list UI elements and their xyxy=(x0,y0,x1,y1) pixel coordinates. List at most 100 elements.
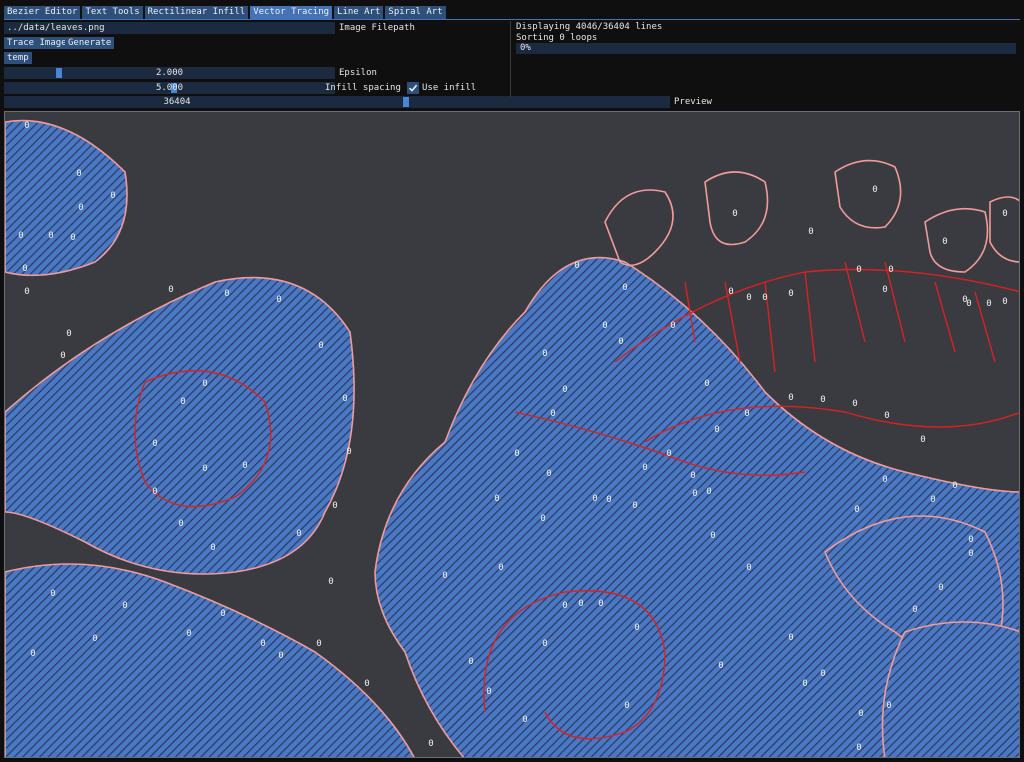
loop-marker: 0 xyxy=(930,495,935,505)
epsilon-label: Epsilon xyxy=(339,68,377,78)
preview-canvas[interactable]: 0 0 0 0 0 0 0 0 0 0 0 0 0 0 0 0 0 0 0 0 0 0 0 0 0 0 0 0 0 0 0 0 0 0 0 0 0 0 0 0… xyxy=(4,111,1020,758)
loop-marker: 0 xyxy=(578,599,583,609)
loop-marker: 0 xyxy=(714,425,719,435)
loop-marker: 0 xyxy=(92,634,97,644)
loop-marker: 0 xyxy=(22,264,27,274)
loop-marker: 0 xyxy=(670,321,675,331)
tab-line-art[interactable]: Line Art xyxy=(334,6,384,19)
loop-marker: 0 xyxy=(854,505,859,515)
loop-marker: 0 xyxy=(562,385,567,395)
loop-marker: 0 xyxy=(884,411,889,421)
epsilon-slider[interactable]: 2.000 xyxy=(4,67,335,79)
loop-marker: 0 xyxy=(546,469,551,479)
loop-marker: 0 xyxy=(624,701,629,711)
loop-marker: 0 xyxy=(328,577,333,587)
loop-marker: 0 xyxy=(952,481,957,491)
use-infill-checkbox[interactable] xyxy=(407,82,419,94)
loop-marker: 0 xyxy=(168,285,173,295)
infill-spacing-value: 5.000 xyxy=(155,83,184,93)
leaf-shape xyxy=(5,119,128,277)
loop-marker: 0 xyxy=(152,487,157,497)
loop-marker: 0 xyxy=(888,265,893,275)
loop-marker: 0 xyxy=(732,209,737,219)
loop-marker: 0 xyxy=(522,715,527,725)
loop-marker: 0 xyxy=(666,449,671,459)
loop-marker: 0 xyxy=(1002,297,1007,307)
tab-bar: Bezier Editor Text Tools Rectilinear Infil… xyxy=(4,6,446,19)
vector-trace-preview: 0 0 0 0 0 0 0 0 0 0 0 0 0 0 0 0 0 0 0 0 0 0 0 0 0 0 0 0 0 0 0 0 0 0 0 0 0 0 0 0… xyxy=(5,119,1019,757)
loop-marker: 0 xyxy=(78,203,83,213)
loop-marker: 0 xyxy=(494,494,499,504)
loop-marker: 0 xyxy=(704,379,709,389)
loop-marker: 0 xyxy=(242,461,247,471)
loop-marker: 0 xyxy=(276,295,281,305)
loop-marker: 0 xyxy=(728,287,733,297)
loop-marker: 0 xyxy=(60,351,65,361)
loop-marker: 0 xyxy=(48,231,53,241)
loop-marker: 0 xyxy=(110,191,115,201)
epsilon-value: 2.000 xyxy=(155,68,184,78)
loop-marker: 0 xyxy=(562,601,567,611)
loop-marker: 0 xyxy=(30,649,35,659)
loop-marker: 0 xyxy=(70,233,75,243)
loop-marker: 0 xyxy=(260,639,265,649)
loop-marker: 0 xyxy=(592,494,597,504)
tab-spiral-art[interactable]: Spiral Art xyxy=(385,6,446,19)
loop-marker: 0 xyxy=(442,571,447,581)
loop-marker: 0 xyxy=(986,299,991,309)
leaf-shape xyxy=(5,276,355,575)
controls-panel: ../data/leaves.png Image Filepath Trace … xyxy=(4,21,712,111)
loop-marker: 0 xyxy=(152,439,157,449)
loop-marker: 0 xyxy=(1002,209,1007,219)
checkmark-icon xyxy=(408,84,418,92)
loop-marker: 0 xyxy=(968,549,973,559)
tab-bezier-editor[interactable]: Bezier Editor xyxy=(4,6,81,19)
loop-marker: 0 xyxy=(498,563,503,573)
loop-marker: 0 xyxy=(550,409,555,419)
loop-marker: 0 xyxy=(808,227,813,237)
loop-marker: 0 xyxy=(66,329,71,339)
loop-marker: 0 xyxy=(318,341,323,351)
loop-marker: 0 xyxy=(882,475,887,485)
loop-marker: 0 xyxy=(622,283,627,293)
loop-marker: 0 xyxy=(468,657,473,667)
loop-marker: 0 xyxy=(968,535,973,545)
temp-button[interactable]: temp xyxy=(4,52,32,64)
generate-button[interactable]: Generate xyxy=(65,37,115,49)
loop-marker: 0 xyxy=(706,487,711,497)
tab-text-tools[interactable]: Text Tools xyxy=(82,6,143,19)
loop-marker: 0 xyxy=(690,471,695,481)
loop-marker: 0 xyxy=(486,687,491,697)
loop-marker: 0 xyxy=(18,231,23,241)
loop-marker: 0 xyxy=(920,435,925,445)
loop-marker: 0 xyxy=(710,531,715,541)
loop-marker: 0 xyxy=(542,349,547,359)
loop-marker: 0 xyxy=(224,289,229,299)
loop-marker: 0 xyxy=(122,601,127,611)
loop-marker: 0 xyxy=(220,609,225,619)
tab-rectilinear-infill[interactable]: Rectilinear Infill xyxy=(144,6,249,19)
trace-image-button[interactable]: Trace Image xyxy=(4,37,70,49)
loop-marker: 0 xyxy=(602,321,607,331)
status-panel: Displaying 4046/36404 lines Sorting 0 lo… xyxy=(512,21,1020,97)
filepath-label: Image Filepath xyxy=(339,23,415,33)
loop-marker: 0 xyxy=(788,393,793,403)
loop-marker: 0 xyxy=(744,409,749,419)
infill-spacing-slider[interactable]: 5.000 xyxy=(4,82,335,94)
loop-marker: 0 xyxy=(202,379,207,389)
loop-marker: 0 xyxy=(642,463,647,473)
leaf-shape xyxy=(881,621,1019,757)
loop-marker: 0 xyxy=(692,489,697,499)
panel-divider xyxy=(510,21,511,97)
loop-marker: 0 xyxy=(50,589,55,599)
loop-marker: 0 xyxy=(278,651,283,661)
loop-marker: 0 xyxy=(966,299,971,309)
tab-vector-tracing[interactable]: Vector Tracing xyxy=(250,6,333,19)
filepath-input[interactable]: ../data/leaves.png xyxy=(4,22,335,34)
loop-marker: 0 xyxy=(364,679,369,689)
petal-outline xyxy=(604,189,674,267)
preview-slider[interactable]: 36404 xyxy=(4,96,670,108)
loop-marker: 0 xyxy=(912,605,917,615)
loop-marker: 0 xyxy=(886,701,891,711)
loop-marker: 0 xyxy=(186,629,191,639)
